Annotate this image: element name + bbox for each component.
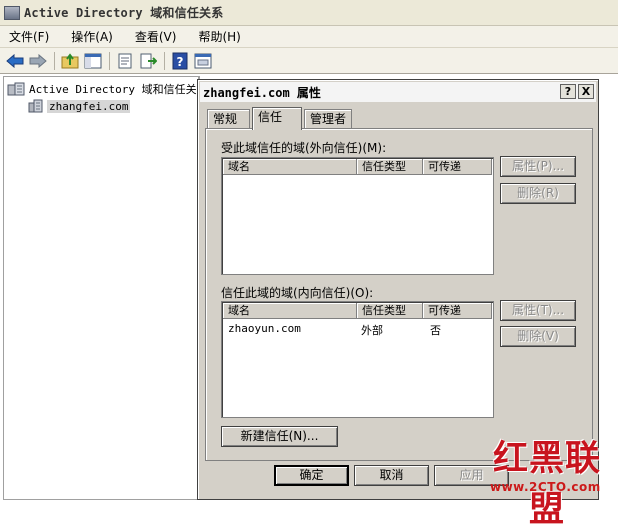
domain-icon bbox=[28, 99, 44, 113]
tree-item-domain-label: zhangfei.com bbox=[47, 99, 131, 113]
tree-item-root[interactable]: Active Directory 域和信任关系 bbox=[7, 80, 208, 98]
menu-bar: 文件(F) 操作(A) 查看(V) 帮助(H) bbox=[0, 26, 618, 48]
incoming-trusts-list[interactable]: 域名 信任类型 可传递 zhaoyun.com 外部 否 bbox=[221, 301, 494, 418]
export-list-icon[interactable] bbox=[137, 50, 159, 72]
mmc-icon[interactable] bbox=[192, 50, 214, 72]
dialog-title: zhangfei.com 属性 bbox=[203, 85, 321, 100]
menu-help[interactable]: 帮助(H) bbox=[195, 26, 243, 47]
main-window-title: Active Directory 域和信任关系 bbox=[24, 6, 224, 20]
table-row[interactable]: zhaoyun.com 外部 否 bbox=[222, 321, 491, 337]
toolbar-separator bbox=[109, 51, 110, 70]
row-trust-type: 外部 bbox=[361, 324, 383, 337]
tree-item-domain[interactable]: zhangfei.com bbox=[28, 97, 131, 115]
properties-icon[interactable] bbox=[114, 50, 136, 72]
tree-item-root-label: Active Directory 域和信任关系 bbox=[29, 83, 208, 96]
toolbar-separator bbox=[164, 51, 165, 70]
outgoing-remove-button[interactable]: 删除(R) bbox=[500, 183, 576, 204]
outgoing-properties-button[interactable]: 属性(P)... bbox=[500, 156, 576, 177]
column-transitive[interactable]: 可传递 bbox=[423, 159, 492, 175]
site-watermark-logo: 红黑联盟 www.2CTO.com bbox=[476, 430, 618, 530]
toolbar: ? bbox=[0, 48, 618, 74]
domains-trusts-icon bbox=[7, 82, 25, 96]
tab-managed-by[interactable]: 管理者 bbox=[304, 109, 352, 129]
svg-text:?: ? bbox=[177, 55, 184, 69]
close-button[interactable]: X bbox=[578, 84, 594, 99]
main-window-titlebar[interactable]: Active Directory 域和信任关系 bbox=[0, 0, 618, 26]
forward-icon[interactable] bbox=[27, 50, 49, 72]
trusts-tab-panel: 受此域信任的域(外向信任)(M): 域名 信任类型 可传递 属性(P)... 删… bbox=[205, 128, 593, 461]
console-tree-pane: Active Directory 域和信任关系 zhangfei.com bbox=[3, 76, 208, 500]
up-folder-icon[interactable] bbox=[59, 50, 81, 72]
new-trust-button[interactable]: 新建信任(N)... bbox=[221, 426, 338, 447]
column-domain-name[interactable]: 域名 bbox=[223, 159, 357, 175]
column-transitive[interactable]: 可传递 bbox=[423, 303, 492, 319]
ok-button[interactable]: 确定 bbox=[274, 465, 349, 486]
outgoing-list-header: 域名 信任类型 可传递 bbox=[223, 159, 492, 175]
row-domain-name: zhaoyun.com bbox=[228, 322, 301, 335]
help-button[interactable]: ? bbox=[560, 84, 576, 99]
help-icon[interactable]: ? bbox=[169, 50, 191, 72]
column-trust-type[interactable]: 信任类型 bbox=[357, 159, 423, 175]
outgoing-trusts-label: 受此域信任的域(外向信任)(M): bbox=[221, 141, 387, 155]
tab-trusts[interactable]: 信任 bbox=[252, 107, 302, 130]
menu-action[interactable]: 操作(A) bbox=[68, 26, 116, 47]
incoming-properties-button[interactable]: 属性(T)... bbox=[500, 300, 576, 321]
ad-domains-app-icon bbox=[4, 5, 20, 20]
incoming-trusts-label: 信任此域的域(内向信任)(O): bbox=[221, 286, 374, 300]
back-icon[interactable] bbox=[4, 50, 26, 72]
menu-file[interactable]: 文件(F) bbox=[6, 26, 52, 47]
incoming-list-header: 域名 信任类型 可传递 bbox=[223, 303, 492, 319]
dialog-titlebar[interactable]: zhangfei.com 属性 ? X bbox=[200, 82, 596, 102]
toolbar-separator bbox=[54, 51, 55, 70]
column-domain-name[interactable]: 域名 bbox=[223, 303, 357, 319]
cancel-button[interactable]: 取消 bbox=[354, 465, 429, 486]
menu-view[interactable]: 查看(V) bbox=[132, 26, 180, 47]
outgoing-trusts-list[interactable]: 域名 信任类型 可传递 bbox=[221, 157, 494, 275]
tab-general[interactable]: 常规 bbox=[207, 109, 250, 129]
row-transitive: 否 bbox=[430, 324, 441, 337]
watermark-url: www.2CTO.com bbox=[490, 480, 601, 494]
column-trust-type[interactable]: 信任类型 bbox=[357, 303, 423, 319]
incoming-remove-button[interactable]: 删除(V) bbox=[500, 326, 576, 347]
console-tree-icon[interactable] bbox=[82, 50, 104, 72]
